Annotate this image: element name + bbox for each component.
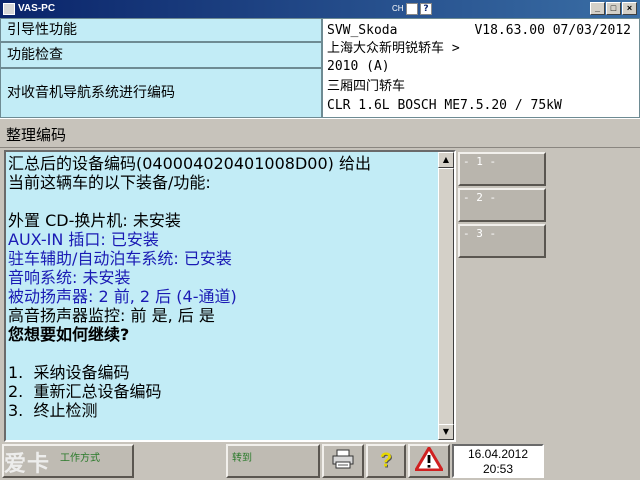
message-line — [8, 344, 440, 363]
warning-button[interactable] — [408, 444, 450, 478]
message-panel: 汇总后的设备编码(040004020401008D00) 给出 当前这辆车的以下装… — [4, 150, 456, 442]
message-line: 当前这辆车的以下装备/功能: — [8, 173, 211, 192]
message-line: 音响系统: 未安装 — [8, 268, 131, 287]
option-button-1-label: - 1 - — [463, 155, 497, 168]
option-button-2[interactable]: - 2 - — [458, 188, 546, 222]
maximize-button[interactable]: □ — [606, 2, 621, 15]
printer-icon — [331, 449, 355, 473]
date-time-display: 16.04.2012 20:53 — [452, 444, 544, 478]
help-icon: ? — [379, 449, 393, 472]
scroll-down-icon[interactable]: ▼ — [438, 424, 454, 440]
software-version: V18.63.00 07/03/2012 — [474, 23, 631, 38]
time-display: 20:53 — [482, 462, 514, 476]
nav-radio-coding[interactable]: 对收音机导航系统进行编码 — [0, 68, 322, 118]
message-line: 2. 重新汇总设备编码 — [8, 382, 162, 401]
vehicle-info-panel: SVW_Skoda V18.63.00 07/03/2012 上海大众新明锐轿车… — [322, 18, 640, 118]
window-title: VAS-PC — [18, 3, 56, 14]
minimize-button[interactable]: _ — [590, 2, 605, 15]
message-line: 汇总后的设备编码(040004020401008D00) 给出 — [8, 154, 371, 173]
message-content: 汇总后的设备编码(040004020401008D00) 给出 当前这辆车的以下装… — [8, 154, 440, 420]
section-title: 整理编码 — [6, 126, 67, 144]
message-line: 1. 采纳设备编码 — [8, 363, 130, 382]
option-button-1[interactable]: - 1 - — [458, 152, 546, 186]
vehicle-model[interactable]: 上海大众新明锐轿车 > — [327, 39, 460, 59]
message-line: 被动扬声器: 2 前, 2 后 (4-通道) — [8, 287, 237, 306]
date-display: 16.04.2012 — [467, 447, 529, 461]
bottom-toolbar: 工作方式 转到 ? 16.04.2012 20:53 — [0, 442, 640, 480]
scroll-up-icon[interactable]: ▲ — [438, 152, 454, 168]
ime-icon[interactable] — [406, 3, 418, 15]
scrollbar[interactable]: ▲ ▼ — [438, 152, 454, 440]
message-line: 驻车辅助/自动泊车系统: 已安装 — [8, 249, 232, 268]
goto-button[interactable]: 转到 — [226, 444, 320, 478]
message-line: AUX-IN 插口: 已安装 — [8, 230, 159, 249]
scroll-thumb[interactable] — [438, 168, 454, 426]
message-line: 外置 CD-换片机: 未安装 — [8, 211, 181, 230]
ime-help-icon[interactable]: ? — [420, 3, 432, 15]
nav-radio-coding-label: 对收音机导航系统进行编码 — [7, 85, 175, 101]
message-line: 3. 终止检测 — [8, 401, 98, 420]
title-bar: VAS-PC CH ? _ □ × — [0, 0, 640, 18]
section-header: 整理编码 — [0, 118, 640, 148]
nav-function-check-label: 功能检查 — [7, 47, 63, 63]
vehicle-engine: CLR 1.6L BOSCH ME7.5.20 / 75kW — [327, 98, 562, 113]
help-button[interactable]: ? — [366, 444, 406, 478]
app-icon — [3, 3, 15, 15]
print-button[interactable] — [322, 444, 364, 478]
option-button-2-label: - 2 - — [463, 191, 497, 204]
option-button-3[interactable]: - 3 - — [458, 224, 546, 258]
close-button[interactable]: × — [622, 2, 637, 15]
operating-mode-label: 工作方式 — [60, 453, 100, 464]
message-line: 您想要如何继续? — [8, 325, 130, 344]
vehicle-brand: SVW_Skoda — [327, 23, 398, 38]
nav-function-check[interactable]: 功能检查 — [0, 42, 322, 68]
message-line — [8, 192, 440, 211]
goto-label: 转到 — [232, 453, 252, 464]
nav-guided-functions[interactable]: 引导性功能 — [0, 18, 322, 42]
message-line: 高音扬声器监控: 前 是, 后 是 — [8, 306, 215, 325]
warning-icon — [414, 446, 444, 475]
option-button-3-label: - 3 - — [463, 227, 497, 240]
nav-guided-functions-label: 引导性功能 — [7, 22, 77, 38]
vehicle-body: 三厢四门轿车 — [327, 79, 406, 94]
language-indicator[interactable]: CH — [392, 2, 404, 16]
vehicle-year: 2010 (A) — [327, 59, 390, 74]
watermark-logo: 爱卡 — [4, 451, 51, 476]
